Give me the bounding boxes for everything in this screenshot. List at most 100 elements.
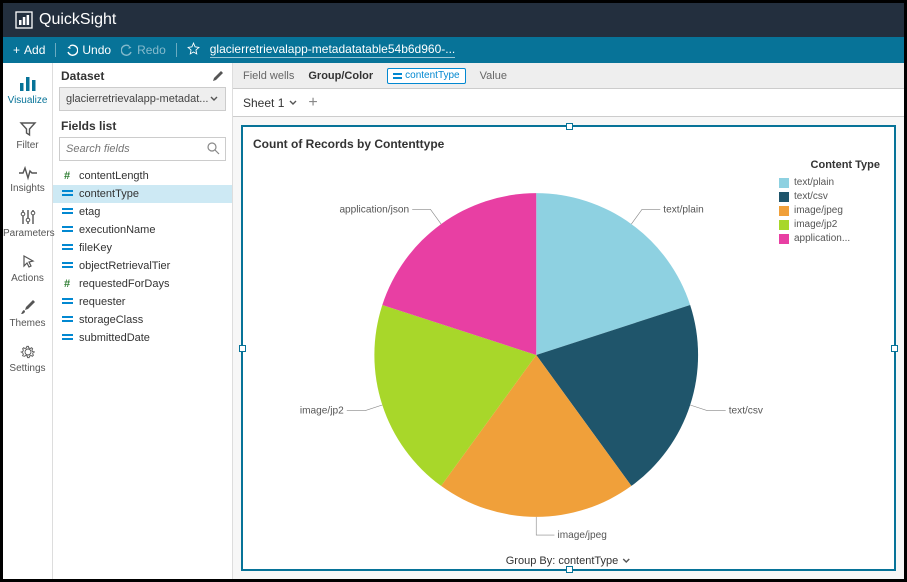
legend-item[interactable]: image/jp2 <box>779 219 884 230</box>
group-by-footer[interactable]: Group By: contentType <box>506 555 632 567</box>
text-type-icon <box>61 332 73 344</box>
brush-icon <box>19 298 37 316</box>
gear-icon <box>19 343 37 361</box>
legend-swatch <box>779 192 789 202</box>
pointer-icon <box>19 253 37 271</box>
tab-sheet1[interactable]: Sheet 1 <box>243 96 298 110</box>
app-name: QuickSight <box>39 11 116 29</box>
search-fields-input[interactable] <box>59 137 226 161</box>
field-contentType[interactable]: contentType <box>53 185 232 203</box>
rail-label: Filter <box>16 140 38 151</box>
legend-item[interactable]: text/plain <box>779 177 884 188</box>
fields-list: #contentLength contentType etag executionNa… <box>53 167 232 579</box>
search-icon <box>207 142 220 155</box>
favorite-button[interactable] <box>187 42 200 58</box>
number-type-icon: # <box>61 170 73 182</box>
field-label: contentType <box>79 188 139 200</box>
resize-handle-s[interactable] <box>566 566 573 573</box>
legend: Content Type text/plain text/csv image/jpe… <box>779 151 884 559</box>
plus-icon: + <box>13 43 20 57</box>
undo-icon <box>66 44 78 56</box>
legend-item[interactable]: image/jpeg <box>779 205 884 216</box>
legend-item[interactable]: application... <box>779 233 884 244</box>
pie-chart: text/plain text/csv image/jpeg image/jp2 app… <box>253 151 779 559</box>
visual-title: Count of Records by Contenttype <box>253 137 884 151</box>
rail-label: Parameters <box>3 228 55 239</box>
undo-button[interactable]: Undo <box>66 43 111 57</box>
field-requestedForDays[interactable]: #requestedForDays <box>53 275 232 293</box>
value-well-label: Value <box>480 70 507 82</box>
rail-actions[interactable]: Actions <box>3 247 52 292</box>
field-label: requestedForDays <box>79 278 170 290</box>
document-name[interactable]: glacierretrievalapp-metadatatable54b6d96… <box>210 42 456 58</box>
legend-label: image/jpeg <box>794 205 843 216</box>
tab-label: Sheet 1 <box>243 96 284 110</box>
rail-themes[interactable]: Themes <box>3 292 52 337</box>
redo-label: Redo <box>137 43 166 57</box>
slice-label: text/plain <box>663 204 703 215</box>
resize-handle-e[interactable] <box>891 345 898 352</box>
field-storageClass[interactable]: storageClass <box>53 311 232 329</box>
field-wells-label: Field wells <box>243 70 294 82</box>
toolbar: + Add Undo Redo glacierretrievalapp-meta… <box>3 37 904 63</box>
star-icon <box>187 42 200 55</box>
rail-insights[interactable]: Insights <box>3 159 52 202</box>
field-etag[interactable]: etag <box>53 203 232 221</box>
visualize-icon <box>18 75 38 93</box>
rail-filter[interactable]: Filter <box>3 114 52 159</box>
dataset-label: Dataset <box>61 69 104 83</box>
legend-title: Content Type <box>779 159 884 171</box>
pencil-icon[interactable] <box>212 70 224 82</box>
field-executionName[interactable]: executionName <box>53 221 232 239</box>
legend-item[interactable]: text/csv <box>779 191 884 202</box>
funnel-icon <box>19 120 37 138</box>
slice-label: image/jpeg <box>557 530 606 541</box>
rail-parameters[interactable]: Parameters <box>3 202 52 247</box>
add-sheet-button[interactable]: + <box>308 94 317 112</box>
add-button[interactable]: + Add <box>13 43 45 57</box>
text-type-icon <box>393 72 402 80</box>
field-label: etag <box>79 206 100 218</box>
rail-visualize[interactable]: Visualize <box>3 69 52 114</box>
slice-label: image/jp2 <box>300 406 344 417</box>
field-label: executionName <box>79 224 155 236</box>
text-type-icon <box>61 224 73 236</box>
field-fileKey[interactable]: fileKey <box>53 239 232 257</box>
fields-list-label: Fields list <box>53 119 232 137</box>
field-requester[interactable]: requester <box>53 293 232 311</box>
sheet-tabs: Sheet 1 + <box>233 89 904 117</box>
chevron-down-icon <box>621 556 631 566</box>
text-type-icon <box>61 242 73 254</box>
slice-label: application/json <box>339 204 409 215</box>
group-color-pill[interactable]: contentType <box>387 68 465 84</box>
visual-container[interactable]: Count of Records by Contenttype text/pla… <box>241 125 896 571</box>
field-contentLength[interactable]: #contentLength <box>53 167 232 185</box>
rail-label: Themes <box>9 318 45 329</box>
divider <box>176 43 177 57</box>
fields-panel: Dataset glacierretrievalapp-metadat... F… <box>53 63 233 579</box>
field-wells: Field wells Group/Color contentType Valu… <box>233 63 904 89</box>
add-label: Add <box>24 43 45 57</box>
legend-swatch <box>779 220 789 230</box>
legend-label: image/jp2 <box>794 219 837 230</box>
pulse-icon <box>18 165 38 181</box>
redo-button[interactable]: Redo <box>121 43 166 57</box>
chevron-down-icon <box>209 94 219 104</box>
rail-settings[interactable]: Settings <box>3 337 52 382</box>
legend-label: application... <box>794 233 850 244</box>
group-by-label: Group By: contentType <box>506 555 619 567</box>
rail-label: Visualize <box>8 95 48 106</box>
field-objectRetrievalTier[interactable]: objectRetrievalTier <box>53 257 232 275</box>
slice-label: text/csv <box>729 406 764 417</box>
field-submittedDate[interactable]: submittedDate <box>53 329 232 347</box>
legend-label: text/csv <box>794 191 828 202</box>
resize-handle-n[interactable] <box>566 123 573 130</box>
sliders-icon <box>19 208 37 226</box>
left-rail: Visualize Filter Insights Parameters Act… <box>3 63 53 579</box>
resize-handle-w[interactable] <box>239 345 246 352</box>
field-label: storageClass <box>79 314 143 326</box>
legend-swatch <box>779 178 789 188</box>
undo-label: Undo <box>82 43 111 57</box>
dataset-select[interactable]: glacierretrievalapp-metadat... <box>59 87 226 111</box>
text-type-icon <box>61 314 73 326</box>
